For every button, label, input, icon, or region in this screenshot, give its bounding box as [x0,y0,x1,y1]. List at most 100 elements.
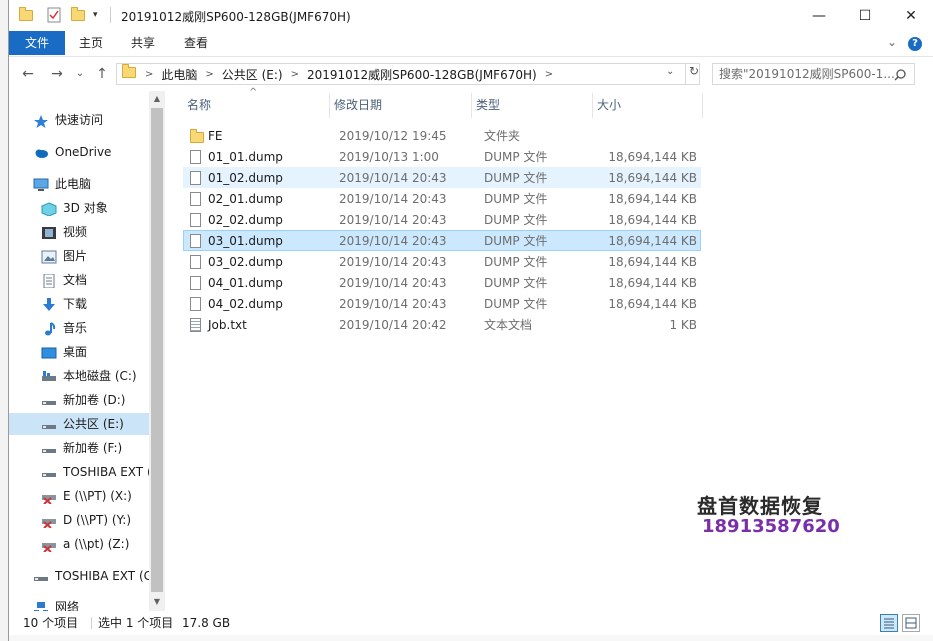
address-separator-icon[interactable]: > [200,69,218,80]
nav-item-documents[interactable]: 文档 [41,269,87,291]
properties-icon[interactable] [47,6,61,24]
file-row-04-01[interactable]: 04_01.dump 2019/10/14 20:43 DUMP 文件 18,6… [183,272,701,293]
file-type: DUMP 文件 [484,150,548,164]
help-icon[interactable]: ? [908,37,922,51]
download-icon [41,297,57,311]
back-arrow-icon[interactable]: ← [17,65,39,83]
watermark-company: 盘首数据恢复 [697,494,823,518]
nav-item-toshiba-ext[interactable]: TOSHIBA EXT ( [41,461,152,483]
search-input[interactable]: 搜索"20191012威刚SP600-1... [712,63,915,85]
file-type: DUMP 文件 [484,192,548,206]
ribbon-tabs: 文件 主页 共享 查看 ⌄ ? [9,31,933,57]
file-type: 文件夹 [484,129,521,143]
address-folder-icon [122,64,136,81]
nav-item-label: D (\\PT) (Y:) [63,513,132,527]
tab-home[interactable]: 主页 [73,31,109,55]
file-name: 04_01.dump [208,276,283,290]
search-icon[interactable] [894,69,906,81]
file-size: 18,694,144 KB [608,255,697,269]
tab-share[interactable]: 共享 [125,31,161,55]
breadcrumb-drive-e[interactable]: 公共区 (E:) [219,66,286,83]
recent-locations-icon[interactable]: ⌄ [69,65,91,83]
breadcrumb-current-folder[interactable]: 20191012威刚SP600-128GB(JMF670H) [304,66,540,83]
nav-item-videos[interactable]: 视频 [41,221,87,243]
nav-item-3d-objects[interactable]: 3D 对象 [41,197,108,219]
minimize-button[interactable]: — [796,0,842,31]
large-icons-view-button[interactable] [902,614,920,632]
file-name: 01_01.dump [208,150,283,164]
up-arrow-icon[interactable]: ↑ [91,65,113,83]
file-size: 18,694,144 KB [608,192,697,206]
nav-item-drive-c[interactable]: 本地磁盘 (C:) [41,365,137,387]
nav-item-toshiba-ext-g[interactable]: TOSHIBA EXT (G [33,565,153,587]
file-name: Job.txt [208,318,247,332]
file-row-01-02[interactable]: 01_02.dump 2019/10/14 20:43 DUMP 文件 18,6… [183,167,701,188]
file-name: FE [208,129,223,143]
scrollbar-thumb[interactable] [151,108,163,592]
nav-item-label: OneDrive [55,145,112,159]
nav-item-drive-f[interactable]: 新加卷 (F:) [41,437,122,459]
file-row-03-01[interactable]: 03_01.dump 2019/10/14 20:43 DUMP 文件 18,6… [183,230,701,251]
nav-item-drive-d[interactable]: 新加卷 (D:) [41,389,125,411]
details-view-button[interactable] [880,614,898,632]
address-separator-icon[interactable]: > [140,69,158,80]
file-row-04-02[interactable]: 04_02.dump 2019/10/14 20:43 DUMP 文件 18,6… [183,293,701,314]
tab-file[interactable]: 文件 [9,31,65,55]
refresh-icon[interactable]: ↻ [685,64,703,84]
tab-view[interactable]: 查看 [178,31,214,55]
nav-item-music[interactable]: 音乐 [41,317,87,339]
network-drive-disconnected-icon [41,537,57,553]
nav-item-pictures[interactable]: 图片 [41,245,87,267]
file-type: 文本文档 [484,318,533,332]
maximize-button[interactable]: ☐ [842,0,888,31]
file-size: 1 KB [669,318,697,332]
file-row-fe[interactable]: FE 2019/10/12 19:45 文件夹 [183,125,701,146]
address-bar[interactable]: > 此电脑 > 公共区 (E:) > 20191012威刚SP600-128GB… [116,63,700,85]
nav-item-onedrive[interactable]: OneDrive [33,141,111,163]
expand-ribbon-icon[interactable]: ⌄ [887,35,897,49]
column-header-name[interactable]: 名称 [183,93,330,118]
nav-item-label: TOSHIBA EXT ( [63,465,152,479]
nav-item-label: 音乐 [63,321,88,335]
new-folder-icon[interactable] [71,6,85,24]
column-header-size[interactable]: 大小 [593,93,703,118]
close-button[interactable]: ✕ [888,0,933,31]
file-type: DUMP 文件 [484,297,548,311]
nav-item-network[interactable]: 网络 [33,596,79,611]
file-row-job-txt[interactable]: Job.txt 2019/10/14 20:42 文本文档 1 KB [183,314,701,335]
navigation-scrollbar[interactable]: ▲ ▼ [149,91,165,611]
nav-item-network-y[interactable]: D (\\PT) (Y:) [41,509,131,531]
nav-item-label: 本地磁盘 (C:) [63,369,137,383]
file-row-02-02[interactable]: 02_02.dump 2019/10/14 20:43 DUMP 文件 18,6… [183,209,701,230]
file-size: 18,694,144 KB [608,234,697,248]
nav-item-this-pc[interactable]: 此电脑 [33,173,91,195]
nav-item-network-x[interactable]: E (\\PT) (X:) [41,485,132,507]
nav-item-downloads[interactable]: 下载 [41,293,87,315]
network-icon [33,600,49,611]
address-dropdown-icon[interactable]: ⌄ [666,66,674,77]
drive-icon [41,369,57,383]
column-header-date[interactable]: 修改日期 [330,93,472,118]
nav-item-drive-e[interactable]: 公共区 (E:) [9,413,149,435]
network-drive-disconnected-icon [41,489,57,505]
breadcrumb-this-pc[interactable]: 此电脑 [158,66,200,83]
star-icon [33,113,49,128]
column-header-type[interactable]: 类型 [472,93,593,118]
address-separator-icon[interactable]: > [286,69,304,80]
file-size: 18,694,144 KB [608,150,697,164]
bottom-edge [9,635,933,641]
nav-item-label: 文档 [63,273,88,287]
nav-item-network-z[interactable]: a (\\pt) (Z:) [41,533,129,555]
file-row-02-01[interactable]: 02_01.dump 2019/10/14 20:43 DUMP 文件 18,6… [183,188,701,209]
customize-toolbar-icon[interactable]: ▾ [93,6,98,24]
file-row-03-02[interactable]: 03_02.dump 2019/10/14 20:43 DUMP 文件 18,6… [183,251,701,272]
forward-arrow-icon[interactable]: → [46,65,68,83]
scroll-up-icon[interactable]: ▲ [149,91,165,107]
navigation-pane: 快速访问 OneDrive 此电脑 3D 对象 视频 图片 文档 下载 音乐 桌… [9,91,164,611]
scroll-down-icon[interactable]: ▼ [149,594,165,610]
nav-item-desktop[interactable]: 桌面 [41,341,87,363]
nav-item-quick-access[interactable]: 快速访问 [33,109,103,131]
address-separator-icon[interactable]: > [540,69,558,80]
file-row-01-01[interactable]: 01_01.dump 2019/10/13 1:00 DUMP 文件 18,69… [183,146,701,167]
status-size: 17.8 GB [182,616,231,630]
